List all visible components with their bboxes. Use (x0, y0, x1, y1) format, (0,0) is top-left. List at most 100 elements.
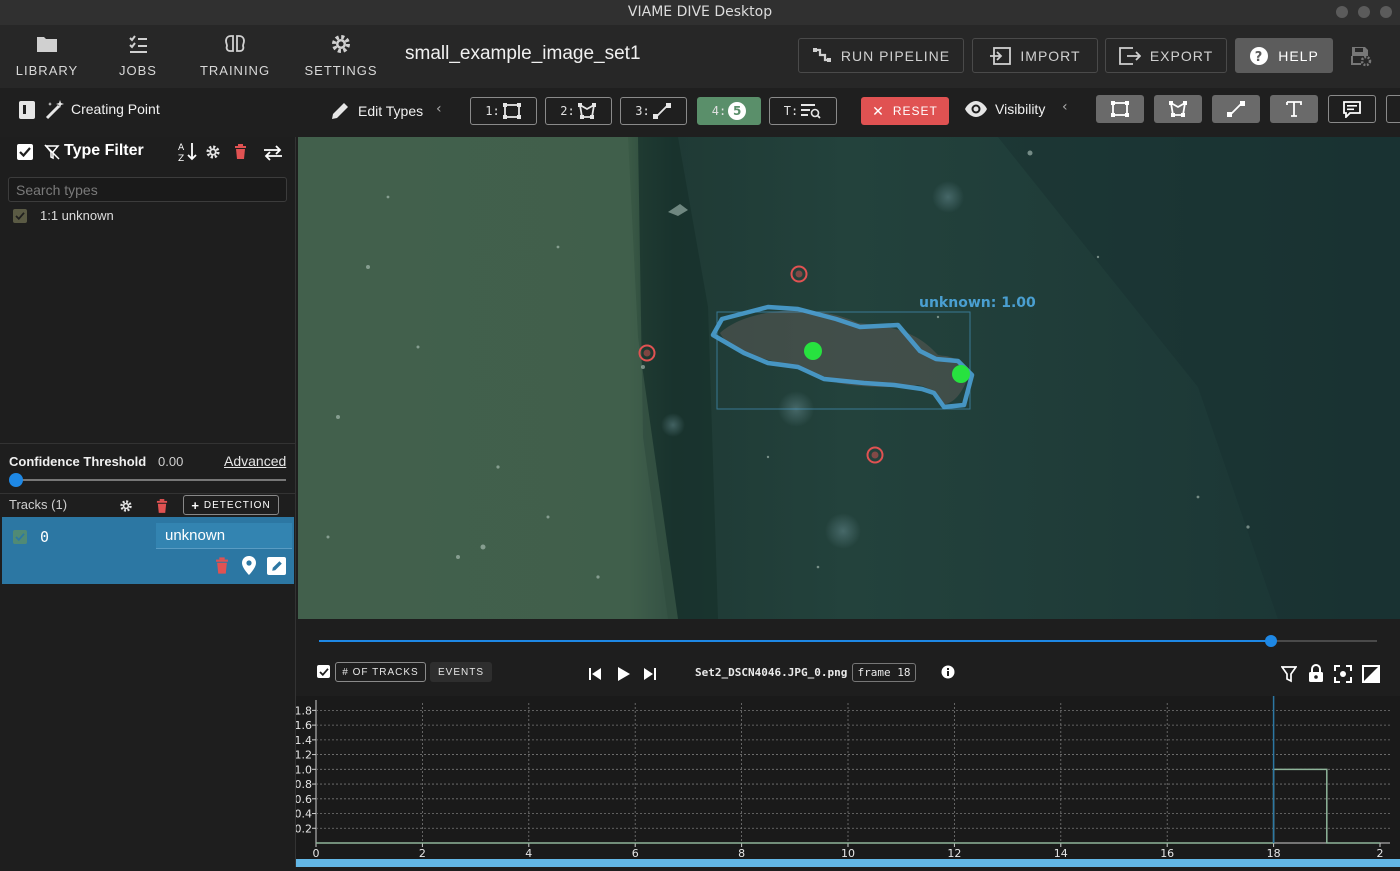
chart-svg[interactable]: 0.20.4 0.6 0.8 1.01.2 1.4 1.6 1.8 0 2 4 6 8 10 12 14 16… (295, 696, 1400, 867)
nav-training[interactable]: TRAINING (196, 33, 274, 81)
edit-track-button[interactable] (267, 557, 286, 575)
y-tick-label: 1.8 (296, 704, 312, 717)
particle-glow (825, 513, 861, 549)
filter-icon[interactable] (1281, 665, 1297, 683)
play-icon[interactable] (617, 666, 631, 682)
skip-next-icon[interactable] (643, 667, 657, 681)
track-checkbox[interactable] (13, 530, 27, 544)
reset-button[interactable]: ✕ RESET (861, 97, 949, 125)
brain-icon (225, 35, 245, 52)
visibility-label[interactable]: Visibility (995, 101, 1045, 117)
divider (0, 493, 296, 494)
search-types-input-wrapper[interactable] (8, 177, 287, 202)
mode-text-button[interactable]: T: (769, 97, 837, 125)
text-search-icon (801, 104, 821, 119)
candidate-point-fill (643, 349, 651, 357)
events-button[interactable]: EVENTS (430, 662, 492, 682)
type-filter-all-checkbox[interactable] (17, 144, 33, 160)
confidence-slider-thumb[interactable] (9, 473, 23, 487)
visibility-more-button[interactable] (1386, 95, 1400, 123)
add-detection-button[interactable]: + DETECTION (183, 495, 279, 515)
mode-line-button[interactable]: 3: (620, 97, 687, 125)
x-tick-label: 16 (1160, 847, 1174, 860)
edit-types-label[interactable]: Edit Types (358, 103, 423, 119)
plus-icon: + (191, 497, 200, 513)
search-types-input[interactable] (9, 178, 286, 201)
map-marker-icon[interactable] (242, 556, 256, 575)
sort-alpha-icon[interactable]: AZ (177, 141, 197, 163)
visibility-line-button[interactable] (1212, 95, 1260, 123)
visibility-rectangle-button[interactable] (1096, 95, 1144, 123)
nav-settings[interactable]: SETTINGS (300, 33, 382, 81)
track-count-chart[interactable]: 0.2 0.4 0.6 0.8 1.0 1.2 1.4 1.6 1.8 0 2 4 6 8 10 12 14 16… (295, 696, 1400, 867)
export-button[interactable]: EXPORT (1105, 38, 1227, 73)
trash-icon[interactable] (156, 499, 168, 513)
checklist-icon (129, 35, 147, 53)
import-label: IMPORT (1020, 47, 1081, 64)
num-tracks-button[interactable]: # OF TRACKS (335, 662, 426, 682)
num-tracks-label: # OF TRACKS (342, 666, 419, 678)
help-icon: ? (1250, 46, 1269, 65)
svg-text:Z: Z (178, 154, 184, 163)
lock-icon[interactable] (1308, 664, 1324, 683)
polygon-icon (577, 103, 596, 119)
magic-wand-icon (45, 100, 64, 120)
head-point[interactable] (804, 342, 822, 360)
visibility-tooltip-button[interactable] (1328, 95, 1376, 123)
trash-icon[interactable] (215, 557, 229, 574)
swap-icon[interactable] (263, 145, 283, 161)
visibility-chevron-icon[interactable]: ‹ (1062, 99, 1068, 115)
frame-indicator[interactable]: frame 18 (852, 663, 916, 682)
mode-point-button[interactable]: 4: 5 (697, 97, 761, 125)
nav-library-label: LIBRARY (15, 63, 79, 78)
nav-jobs[interactable]: JOBS (106, 33, 170, 81)
confidence-slider-track[interactable] (13, 479, 286, 481)
maximize-button[interactable] (1358, 6, 1370, 18)
run-pipeline-button[interactable]: RUN PIPELINE (798, 38, 964, 73)
playback-controls: # OF TRACKS EVENTS Set2_DSCN4046.JPG_0.p… (298, 619, 1400, 696)
advanced-link[interactable]: Advanced (224, 453, 286, 469)
chart-bottom-bar[interactable] (296, 859, 1400, 867)
tail-point[interactable] (952, 365, 970, 383)
skip-previous-icon[interactable] (588, 667, 602, 681)
visibility-polygon-button[interactable] (1154, 95, 1202, 123)
pencil-icon (271, 561, 282, 571)
close-button[interactable] (1380, 6, 1392, 18)
track-row[interactable]: 0 unknown (2, 517, 294, 584)
mode-line-key: 3: (635, 104, 650, 118)
check-icon (15, 212, 25, 220)
x-tick-label: 2 (419, 847, 426, 860)
trash-icon[interactable] (234, 144, 247, 159)
help-button[interactable]: ? HELP (1235, 38, 1333, 73)
window-controls[interactable] (1336, 6, 1392, 18)
mode-rectangle-button[interactable]: 1: (470, 97, 537, 125)
show-chart-checkbox[interactable] (317, 665, 330, 678)
focus-icon[interactable] (1334, 665, 1352, 683)
image-viewer[interactable]: unknown: 1.00 (298, 137, 1400, 619)
candidate-point-fill (795, 270, 803, 278)
contrast-icon[interactable] (1362, 665, 1380, 683)
type-checkbox[interactable] (13, 209, 27, 223)
nav-library[interactable]: LIBRARY (10, 33, 84, 81)
sidebar-toggle-icon[interactable] (18, 100, 36, 120)
current-filename: Set2_DSCN4046.JPG_0.png (695, 666, 848, 679)
minimize-button[interactable] (1336, 6, 1348, 18)
gear-icon[interactable] (119, 499, 133, 513)
pencil-icon (332, 103, 348, 119)
line-icon (652, 103, 671, 119)
timeline-slider-thumb[interactable] (1265, 635, 1278, 647)
type-item-label[interactable]: 1:1 unknown (40, 208, 114, 223)
collapse-chevron-icon[interactable]: ‹ (436, 101, 442, 117)
save-settings-icon[interactable] (1350, 45, 1372, 71)
info-icon[interactable] (941, 665, 955, 679)
svg-text:?: ? (1255, 50, 1264, 65)
point-count-badge: 5 (733, 104, 742, 118)
mode-polygon-button[interactable]: 2: (545, 97, 612, 125)
import-button[interactable]: IMPORT (972, 38, 1098, 73)
x-tick-label: 12 (947, 847, 961, 860)
visibility-text-button[interactable] (1270, 95, 1318, 123)
annotation-canvas[interactable]: unknown: 1.00 (298, 137, 1400, 619)
x-tick-label: 6 (632, 847, 639, 860)
track-type-select[interactable]: unknown (156, 523, 292, 549)
gear-icon[interactable] (205, 144, 221, 160)
